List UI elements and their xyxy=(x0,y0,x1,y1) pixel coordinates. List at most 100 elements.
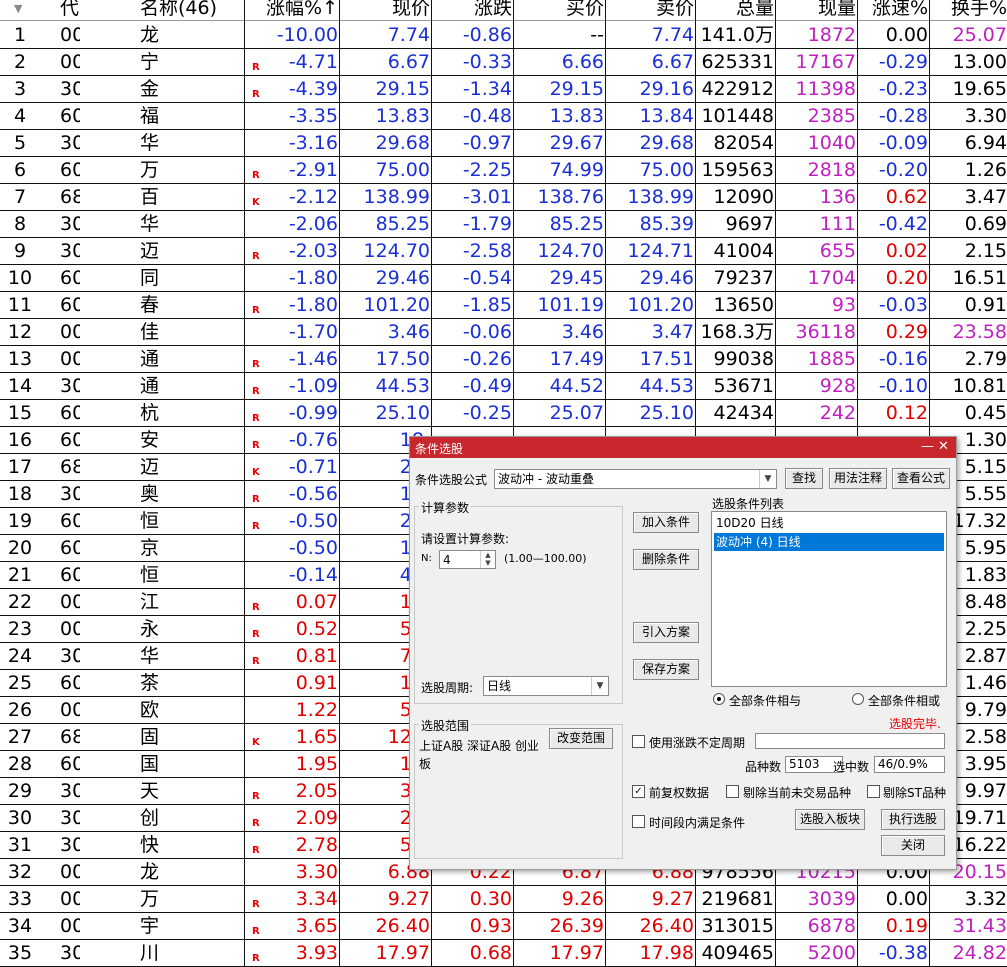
table-row[interactable]: 5 30 华 -3.16 29.68 -0.97 29.67 29.68 82054 1040 -0… xyxy=(0,129,1007,157)
cell-cur: 17167 xyxy=(795,51,856,73)
cell-chg: -4.39 xyxy=(288,78,338,100)
cell-chg: -1.80 xyxy=(288,294,338,316)
cell-chg: 3.34 xyxy=(295,888,338,910)
cell-cur: 5200 xyxy=(807,942,856,964)
column-header[interactable]: 涨跌 xyxy=(432,0,512,19)
cell-price: 138.99 xyxy=(363,186,430,208)
cell-code: 60 xyxy=(60,429,80,451)
formula-select[interactable]: 波动冲 - 波动重叠 ▼ xyxy=(494,469,777,489)
table-row[interactable]: 15 R 60 杭 -0.99 25.10 -0.25 25.07 25.10 42434 242 0… xyxy=(0,399,1007,427)
cell-price: 9.27 xyxy=(387,888,430,910)
chevron-down-icon[interactable]: ▼ xyxy=(591,677,608,695)
table-row[interactable]: 12 00 佳 -1.70 3.46 -0.06 3.46 3.47 168.3万 36118 0.… xyxy=(0,318,1007,346)
cell-name: 安 xyxy=(140,429,160,451)
row-number: 20 xyxy=(7,537,33,559)
list-item-selected[interactable]: 波动冲 (4) 日线 xyxy=(714,533,944,551)
cell-vol: 422912 xyxy=(701,78,774,100)
table-row[interactable]: 6 R 60 万 -2.91 75.00 -2.25 74.99 75.00 159563 2818… xyxy=(0,156,1007,184)
minimize-icon[interactable]: — xyxy=(921,439,934,454)
cell-turn: 1.26 xyxy=(964,159,1007,181)
cell-bid: 13.83 xyxy=(549,105,604,127)
cell-bid: 17.49 xyxy=(549,348,604,370)
cell-name: 迈 xyxy=(140,456,160,478)
dialog-titlebar[interactable]: 条件选股 — ✕ xyxy=(410,437,956,458)
spin-icon[interactable]: ▲ ▼ xyxy=(480,551,495,568)
table-row[interactable]: 33 R 00 万 3.34 9.27 0.30 9.26 9.27 219681 3039 0.00… xyxy=(0,885,1007,913)
condition-list[interactable]: 10D20 日线 波动冲 (4) 日线 xyxy=(711,511,947,687)
table-row[interactable]: 11 R 60 春 -1.80 101.20 -1.85 101.19 101.20 13650 9… xyxy=(0,291,1007,319)
cell-vol: 625331 xyxy=(701,51,774,73)
table-row[interactable]: 10 60 同 -1.80 29.46 -0.54 29.45 29.46 79237 1704 0… xyxy=(0,264,1007,292)
column-header[interactable]: 现价 xyxy=(340,0,430,19)
unfixed-period-input[interactable] xyxy=(755,733,945,749)
table-row[interactable]: 9 R 30 迈 -2.03 124.70 -2.58 124.70 124.71 41004 65… xyxy=(0,237,1007,265)
table-row[interactable]: 13 R 00 通 -1.46 17.50 -0.26 17.49 17.51 99038 1885… xyxy=(0,345,1007,373)
period-select[interactable]: 日线 ▼ xyxy=(483,676,609,696)
run-screen-button[interactable]: 执行选股 xyxy=(881,809,945,830)
column-header[interactable]: 现量 xyxy=(776,0,856,19)
import-scheme-button[interactable]: 引入方案 xyxy=(633,622,699,643)
cell-code: 30 xyxy=(60,78,80,100)
cell-bid: 25.07 xyxy=(549,402,604,424)
cell-name: 通 xyxy=(140,348,160,370)
table-row[interactable]: 1 00 龙 -10.00 7.74 -0.86 -- 7.74 141.0万 1872 0.00 2… xyxy=(0,21,1007,49)
table-row[interactable]: 8 30 华 -2.06 85.25 -1.79 85.25 85.39 9697 111 -0.4… xyxy=(0,210,1007,238)
cell-name: 金 xyxy=(140,78,160,100)
column-header[interactable]: 名称(46) xyxy=(140,0,260,19)
list-item[interactable]: 10D20 日线 xyxy=(714,514,944,532)
period-condition-checkbox[interactable] xyxy=(632,815,645,828)
cell-code: 30 xyxy=(60,645,80,667)
chevron-down-icon[interactable]: ▼ xyxy=(759,470,776,488)
table-row[interactable]: 34 R 00 宇 3.65 26.40 0.93 26.39 26.40 313015 6878 0… xyxy=(0,912,1007,940)
column-header[interactable]: 涨幅%↑ xyxy=(246,0,338,19)
cell-cur: 93 xyxy=(831,294,856,316)
find-button[interactable]: 查找 xyxy=(785,468,823,489)
row-number: 24 xyxy=(7,645,33,667)
usage-notes-button[interactable]: 用法注释 xyxy=(829,468,887,489)
cell-code: 60 xyxy=(60,294,80,316)
cell-bid: 138.76 xyxy=(537,186,604,208)
table-row[interactable]: 4 60 福 -3.35 13.83 -0.48 13.83 13.84 101448 2385-… xyxy=(0,102,1007,130)
delete-condition-button[interactable]: 删除条件 xyxy=(633,549,699,570)
table-row[interactable]: 2 R 00 宁 -4.71 6.67 -0.33 6.66 6.67 625331 17167 -0… xyxy=(0,48,1007,76)
cell-spd: -0.42 xyxy=(878,213,928,235)
cell-vol: 141.0万 xyxy=(700,24,774,46)
cell-cur: 242 xyxy=(819,402,856,424)
remove-st-checkbox[interactable] xyxy=(867,785,880,798)
radio-or[interactable] xyxy=(852,693,864,705)
table-row[interactable]: 35 R 30 川 3.93 17.97 0.68 17.97 17.98 409465 5200-… xyxy=(0,939,1007,967)
sort-chevron-icon[interactable]: ▼ xyxy=(14,0,22,20)
remove-notrade-checkbox[interactable] xyxy=(726,785,739,798)
to-block-button[interactable]: 选股入板块 xyxy=(795,809,865,830)
param-n-input[interactable]: 4 ▲ ▼ xyxy=(439,550,496,569)
unfixed-period-checkbox[interactable] xyxy=(632,735,645,748)
cell-chg: -2.03 xyxy=(288,240,338,262)
cell-bid: 6.66 xyxy=(561,51,604,73)
change-scope-button[interactable]: 改变范围 xyxy=(549,728,613,749)
unfixed-period-label: 使用涨跌不定周期 xyxy=(649,736,746,750)
column-header[interactable]: 买价 xyxy=(514,0,604,19)
column-header[interactable]: 涨速% xyxy=(858,0,928,19)
formula-label: 条件选股公式 xyxy=(415,473,488,487)
table-row[interactable]: 14 R 30 通 -1.09 44.53 -0.49 44.52 44.53 53671 928-… xyxy=(0,372,1007,400)
cell-ask: 29.68 xyxy=(639,132,694,154)
column-header[interactable]: 换手% xyxy=(930,0,1007,19)
save-scheme-button[interactable]: 保存方案 xyxy=(633,659,699,680)
cell-code: 00 xyxy=(60,51,80,73)
row-number: 3 xyxy=(13,78,27,100)
radio-and[interactable] xyxy=(713,693,725,705)
adjusted-data-checkbox[interactable]: ✓ xyxy=(632,785,645,798)
close-icon[interactable]: ✕ xyxy=(938,439,949,454)
column-header[interactable]: 卖价 xyxy=(606,0,694,19)
add-condition-button[interactable]: 加入条件 xyxy=(633,512,699,533)
column-header[interactable]: 总量 xyxy=(696,0,774,19)
close-button[interactable]: 关闭 xyxy=(881,835,945,856)
column-header[interactable]: 代 xyxy=(60,0,80,19)
view-formula-button[interactable]: 查看公式 xyxy=(892,468,950,489)
cell-diff: -2.58 xyxy=(462,240,512,262)
selected-value: 46/0.9% xyxy=(874,756,945,773)
table-row[interactable]: 3 R 30 金 -4.39 29.15 -1.34 29.15 29.16 422912 1139… xyxy=(0,75,1007,103)
cell-name: 国 xyxy=(140,753,160,775)
cell-chg: -0.50 xyxy=(288,510,338,532)
table-row[interactable]: 7 K 68 百 -2.12 138.99 -3.01 138.76 138.99 12090 13… xyxy=(0,183,1007,211)
